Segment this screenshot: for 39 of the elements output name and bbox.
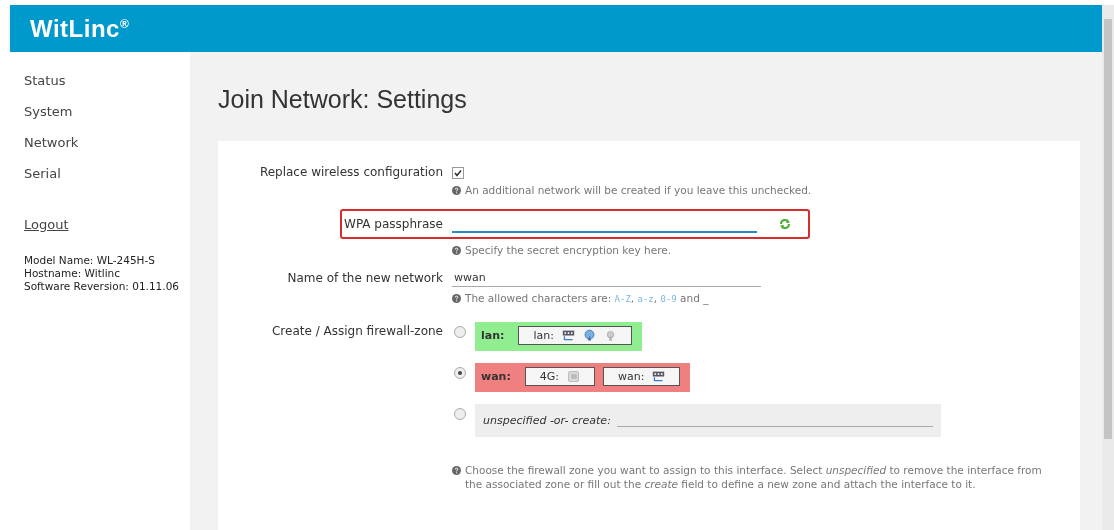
radio-button[interactable] xyxy=(454,326,466,338)
radio-button[interactable] xyxy=(454,367,466,379)
antenna-icon xyxy=(582,329,596,342)
option-label: unspecified -or- create: xyxy=(483,414,611,427)
text-field[interactable]: wwan xyxy=(452,269,761,287)
logout-link[interactable]: Logout xyxy=(24,217,69,232)
ethernet-port-icon xyxy=(652,370,666,383)
field-label: WPA passphrase xyxy=(343,216,444,233)
field-label: Replace wireless configuration xyxy=(258,164,444,181)
modem-icon xyxy=(567,370,581,383)
page-title: Join Network: Settings xyxy=(218,85,467,114)
help-icon xyxy=(452,294,461,303)
device-info: Software Reversion: 01.11.06 xyxy=(24,280,180,293)
ethernet-port-icon xyxy=(561,329,575,342)
field-label: Create / Assign firewall-zone xyxy=(270,323,444,340)
help-text: Specify the secret encryption key here. xyxy=(465,243,672,257)
device-info: Model Name: WL-245H-S xyxy=(24,254,156,267)
zone-name: lan: xyxy=(481,329,505,342)
nav-link[interactable]: Status xyxy=(10,65,66,96)
field-label: Name of the new network xyxy=(286,270,444,287)
help-text: The allowed characters are: A-Z, a-z, 0-9 and _ xyxy=(465,291,709,306)
logo: WitLinc$^{®}$ xyxy=(30,14,130,43)
device-info: Hostname: Witlinc xyxy=(24,267,121,280)
help-icon xyxy=(452,186,461,195)
checkbox[interactable] xyxy=(452,167,464,179)
zone-name: wan: xyxy=(481,370,511,383)
scrollbar[interactable] xyxy=(1102,5,1114,530)
help-icon xyxy=(452,246,461,255)
help-text: Choose the firewall zone you want to assign to this interface. Select unspecified to remove the interface from the associated zone or fill out the create field to define a new zone and attach the interface to it. xyxy=(465,463,1043,491)
help-text: An additional network will be created if you leave this unchecked. xyxy=(465,183,812,197)
nav-link[interactable]: System xyxy=(10,96,73,127)
radio-button[interactable] xyxy=(454,408,466,420)
help-icon xyxy=(452,466,461,475)
network-name: lan: xyxy=(533,329,554,342)
refresh-icon[interactable] xyxy=(779,218,791,230)
network-name: wan: xyxy=(618,370,645,383)
nav-link[interactable]: Network xyxy=(10,127,79,158)
network-name: 4G: xyxy=(539,370,560,383)
nav-link[interactable]: Serial xyxy=(10,158,61,189)
